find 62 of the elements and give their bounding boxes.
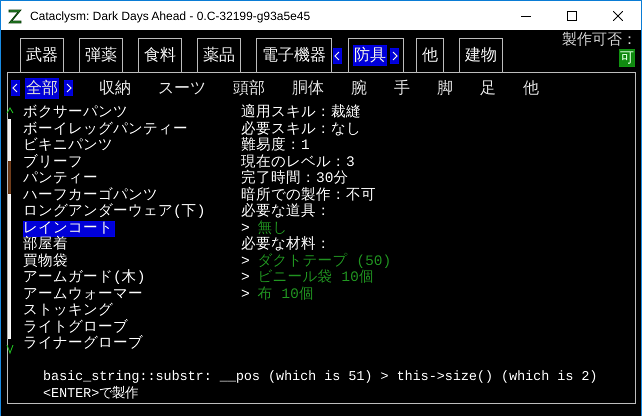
craftable-status: 可: [619, 49, 635, 67]
key-hint: <ENTER>で製作: [43, 386, 140, 403]
bullet-marker: >: [241, 286, 250, 303]
bullet-marker: >: [241, 254, 250, 270]
category-tab[interactable]: 他: [416, 38, 444, 72]
category-tab[interactable]: 薬品: [197, 38, 241, 72]
subcategory-tab[interactable]: スーツ: [157, 78, 207, 98]
detail-line: 適用スキル：裁縫: [241, 105, 362, 121]
maximize-icon[interactable]: [567, 10, 577, 20]
detail-line: 必要な材料：: [241, 237, 332, 253]
detail-line: 完了時間：30分: [241, 171, 350, 187]
subcategory-tab[interactable]: 全部: [25, 78, 59, 98]
bullet-marker: >: [241, 220, 250, 236]
subcategory-tab[interactable]: 胴体: [291, 78, 325, 98]
recipe-item[interactable]: ストッキング: [23, 303, 115, 320]
recipe-item[interactable]: パンティー: [23, 171, 100, 188]
subcategory-tab[interactable]: 他: [522, 78, 540, 98]
recipe-item[interactable]: 部屋着: [23, 237, 70, 254]
recipe-item[interactable]: ビキニパンツ: [23, 138, 115, 154]
requirement-text: 布 10個: [258, 286, 314, 303]
recipe-item[interactable]: レインコート: [23, 220, 115, 237]
detail-line: 必要スキル：なし: [241, 122, 362, 138]
recipe-item[interactable]: アームウォーマー: [23, 286, 145, 303]
recipe-item[interactable]: 買物袋: [23, 254, 70, 270]
subcategory-tab[interactable]: 腕: [350, 78, 368, 98]
requirement-text: ダクトテープ (50): [258, 254, 392, 270]
left-chevron-icon: [11, 80, 20, 96]
recipe-item[interactable]: ライナーグローブ: [23, 336, 145, 352]
bullet-marker: >: [241, 270, 250, 286]
error-message: basic_string::substr: __pos (which is 51) > this->size() (which is 2): [43, 369, 598, 386]
requirement-text: 無し: [258, 220, 288, 236]
z-logo-icon: [8, 8, 22, 24]
detail-line: 現在のレベル：3: [241, 154, 356, 170]
recipe-item[interactable]: ハーフカーゴパンツ: [23, 188, 160, 204]
recipe-item[interactable]: ブリーフ: [23, 154, 85, 171]
recipe-item[interactable]: ライトグローブ: [23, 320, 130, 336]
scrollbar[interactable]: [5, 105, 15, 357]
category-tab[interactable]: 弾薬: [79, 38, 123, 72]
detail-line: 難易度：1: [241, 138, 311, 154]
category-tab[interactable]: 食料: [138, 38, 182, 72]
category-tab[interactable]: 建物: [459, 38, 503, 72]
subcategory-tab[interactable]: 頭部: [232, 78, 266, 98]
recipe-item[interactable]: ロングアンダーウェア(下): [23, 204, 208, 220]
close-icon[interactable]: [613, 10, 623, 20]
window-title: Cataclysm: Dark Days Ahead - 0.C-32199-g93a5e45: [30, 8, 312, 22]
detail-line: 暗所での製作：不可: [241, 188, 377, 204]
recipe-item[interactable]: ボーイレッグパンティー: [23, 122, 190, 138]
recipe-item[interactable]: アームガード(木): [23, 270, 148, 286]
category-tab[interactable]: 防具: [348, 38, 404, 72]
craftable-label: 製作可否：: [562, 30, 637, 49]
requirement-text: ビニール袋 10個: [258, 270, 374, 286]
subcategory-tab[interactable]: 脚: [436, 78, 454, 98]
category-tab[interactable]: 武器: [20, 38, 64, 72]
right-chevron-icon: [390, 48, 399, 64]
recipe-item[interactable]: ボクサーパンツ: [23, 105, 130, 122]
subcategory-tab[interactable]: 収納: [98, 78, 132, 98]
subcategory-tab[interactable]: 足: [479, 78, 497, 98]
right-chevron-icon: [64, 80, 73, 96]
detail-line: 必要な道具：: [241, 204, 332, 220]
category-tab[interactable]: 電子機器: [256, 38, 332, 72]
subcategory-tab[interactable]: 手: [393, 78, 411, 98]
left-chevron-icon: [333, 48, 342, 64]
